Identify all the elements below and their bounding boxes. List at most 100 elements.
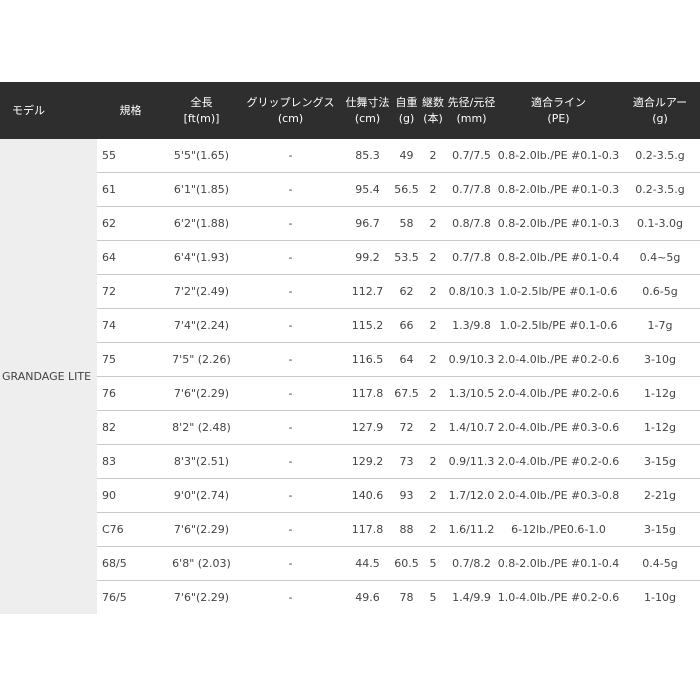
cell-grip: - (239, 376, 342, 411)
cell-line: 2.0-4.0lb./PE #0.2-0.6 (497, 342, 620, 377)
cell-tip: 1.7/12.0 (446, 478, 497, 513)
cell-closed: 117.8 (342, 376, 393, 411)
cell-weight: 88 (393, 512, 420, 547)
table-row: 64 6'4"(1.93) -99.2 53.5 2 0.7/7.8 0.8-2.0lb./… (0, 240, 700, 275)
cell-lure: 1-12g (620, 410, 700, 445)
cell-pieces: 2 (420, 172, 446, 207)
table-row: GRANDAGE LITE 55 5'5"(1.65) -85.3 49 2 0.7/7.5… (0, 139, 700, 614)
cell-pieces: 5 (429, 591, 437, 604)
cell-grip: - (239, 240, 342, 275)
cell-weight: 67.5 (393, 376, 420, 411)
cell-weight: 60.5 (393, 546, 420, 581)
cell-grip: - (239, 274, 342, 309)
cell-lure: 0.1-3.0g (620, 206, 700, 241)
cell-tip: 1.3/9.8 (446, 308, 497, 343)
cell-pieces: 2 (420, 478, 446, 513)
cell-lure: 1-10g (644, 591, 676, 604)
cell-tip: 0.9/11.3 (446, 444, 497, 479)
cell-length: 7'5" (2.26) (164, 342, 239, 377)
table-row: 83 8'3"(2.51) -129.2 73 2 0.9/11.3 2.0-4.0lb./… (0, 444, 700, 479)
header-grip: グリップレングス (cm) (239, 82, 342, 139)
cell-spec: 83 (97, 444, 164, 479)
header-line: 適合ライン (PE) (497, 82, 620, 139)
cell-closed: 44.5 (342, 546, 393, 581)
cell-weight: 64 (393, 342, 420, 377)
cell-tip: 0.8/7.8 (446, 206, 497, 241)
cell-lure: 3-15g (620, 444, 700, 479)
cell-length: 6'2"(1.88) (164, 206, 239, 241)
table-row: 75 7'5" (2.26) -116.5 64 2 0.9/10.3 2.0-4.0lb.… (0, 342, 700, 377)
cell-line: 0.8-2.0lb./PE #0.1-0.3 (497, 139, 620, 173)
header-spec: 規格 (97, 82, 164, 139)
cell-tip: 1.4/10.7 (446, 410, 497, 445)
cell-spec: 82 (97, 410, 164, 445)
cell-tip: 0.7/8.2 (446, 546, 497, 581)
cell-grip: - (239, 410, 342, 445)
cell-grip: - (239, 546, 342, 581)
cell-lure: 3-10g (620, 342, 700, 377)
cell-closed: 127.9 (342, 410, 393, 445)
table-row: 61 6'1"(1.85) -95.4 56.5 2 0.7/7.8 0.8-2.0lb./… (0, 172, 700, 207)
cell-closed: 140.6 (342, 478, 393, 513)
cell-spec: 64 (97, 240, 164, 275)
table-row: 62 6'2"(1.88) -96.7 58 2 0.8/7.8 0.8-2.0lb./PE… (0, 206, 700, 241)
cell-pieces: 5 (420, 546, 446, 581)
cell-pieces: 2 (420, 444, 446, 479)
spec-table: モデル 規格 全長 [ft(m)] グリップレングス (cm) 仕舞寸法 (cm) 自… (0, 82, 700, 614)
cell-weight: 72 (393, 410, 420, 445)
cell-spec: 74 (97, 308, 164, 343)
cell-closed: 96.7 (342, 206, 393, 241)
cell-lure: 0.2-3.5.g (620, 139, 700, 173)
cell-lure: 3-15g (620, 512, 700, 547)
cell-lure: 0.4~5g (620, 240, 700, 275)
cell-length: 8'2" (2.48) (164, 410, 239, 445)
cell-tip: 0.8/10.3 (446, 274, 497, 309)
cell-weight: 49 (393, 139, 420, 173)
cell-tip: 0.7/7.5 (446, 139, 497, 173)
cell-pieces: 2 (420, 376, 446, 411)
cell-tip: 0.7/7.8 (446, 172, 497, 207)
table-row: C76 7'6"(2.29) -117.8 88 2 1.6/11.2 6-12lb./PE… (0, 512, 700, 547)
cell-closed: 116.5 (342, 342, 393, 377)
cell-lure: 2-21g (620, 478, 700, 513)
cell-line: 0.8-2.0lb./PE #0.1-0.4 (497, 240, 620, 275)
cell-pieces: 2 (420, 512, 446, 547)
cell-pieces: 2 (420, 206, 446, 241)
header-length: 全長 [ft(m)] (164, 82, 239, 139)
cell-grip: - (239, 444, 342, 479)
cell-tip: 0.7/7.8 (446, 240, 497, 275)
cell-lure: 1-12g (620, 376, 700, 411)
cell-spec: 61 (97, 172, 164, 207)
cell-spec: 68/5 (97, 546, 164, 581)
cell-weight: 78 (399, 591, 414, 604)
table-header: モデル 規格 全長 [ft(m)] グリップレングス (cm) 仕舞寸法 (cm) 自… (0, 82, 700, 139)
cell-closed: 117.8 (342, 512, 393, 547)
cell-length: 7'2"(2.49) (164, 274, 239, 309)
header-tip: 先径/元径 (mm) (446, 82, 497, 139)
header-closed: 仕舞寸法 (cm) (342, 82, 393, 139)
cell-length: 5'5"(1.65) (164, 139, 239, 173)
cell-closed: 85.3 (342, 139, 393, 173)
cell-line: 1.0-4.0lb./PE #0.2-0.6 (497, 591, 620, 604)
cell-pieces: 2 (420, 342, 446, 377)
cell-weight: 66 (393, 308, 420, 343)
cell-line: 0.8-2.0lb./PE #0.1-0.3 (497, 206, 620, 241)
cell-weight: 62 (393, 274, 420, 309)
cell-pieces: 2 (420, 240, 446, 275)
cell-line: 0.8-2.0lb./PE #0.1-0.4 (497, 546, 620, 581)
cell-weight: 53.5 (393, 240, 420, 275)
header-lure: 適合ルアー (g) (620, 82, 700, 139)
header-row: モデル 規格 全長 [ft(m)] グリップレングス (cm) 仕舞寸法 (cm) 自… (0, 82, 700, 139)
cell-spec: C76 (97, 512, 164, 547)
cell-closed: 129.2 (342, 444, 393, 479)
cell-line: 1.0-2.5lb/PE #0.1-0.6 (497, 308, 620, 343)
cell-pieces: 2 (420, 274, 446, 309)
table-row: 82 8'2" (2.48) -127.9 72 2 1.4/10.7 2.0-4.0lb.… (0, 410, 700, 445)
table-row: 72 7'2"(2.49) -112.7 62 2 0.8/10.3 1.0-2.5lb/P… (0, 274, 700, 309)
cell-line: 2.0-4.0lb./PE #0.2-0.6 (497, 376, 620, 411)
cell-pieces: 2 (420, 308, 446, 343)
cell-spec: 76 (97, 376, 164, 411)
cell-tip: 1.4/9.9 (452, 591, 491, 604)
table-row: 76/5 7'6"(2.29) - 49.6 78 5 1.4/9.9 1.0-4.0lb./… (0, 581, 700, 615)
table-row: 68/5 6'8" (2.03) -44.5 60.5 5 0.7/8.2 0.8-2.0l… (0, 546, 700, 581)
